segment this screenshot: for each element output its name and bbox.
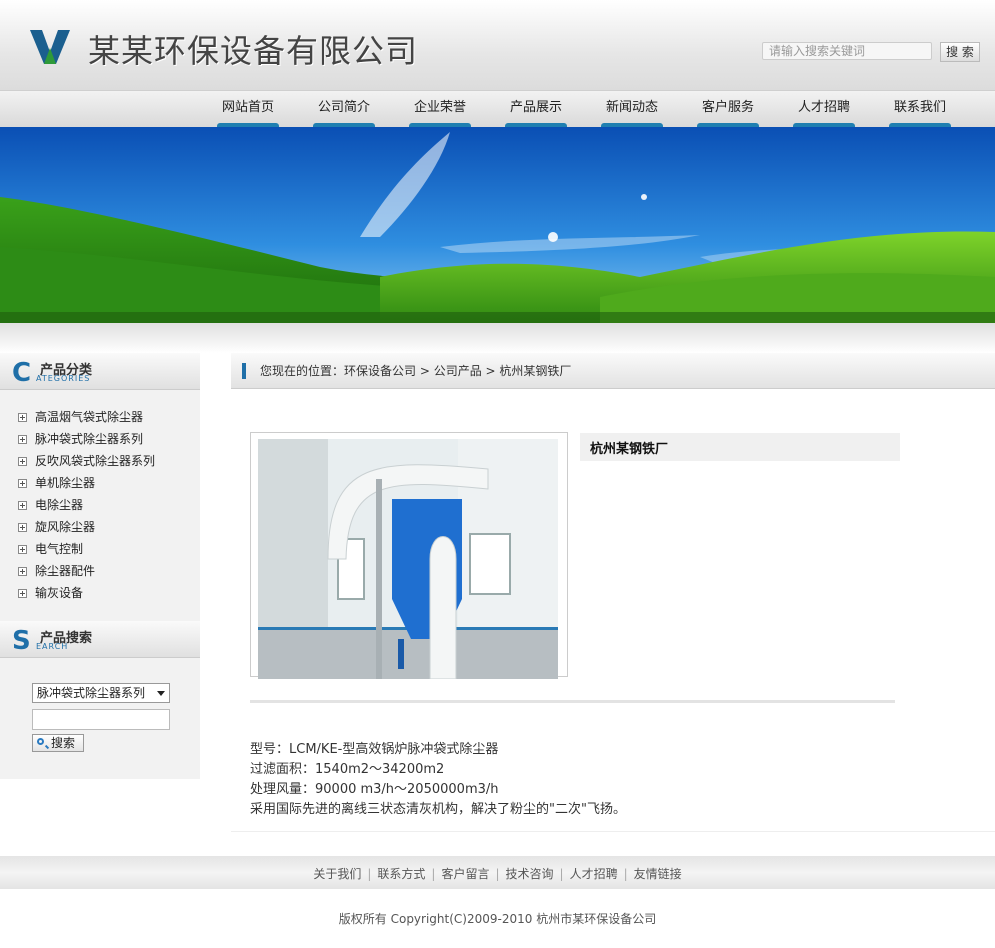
footer-separator: | — [367, 867, 372, 881]
breadcrumb-current: > 杭州某钢铁厂 — [485, 364, 572, 378]
category-select-value: 脉冲袋式除尘器系列 — [37, 686, 146, 700]
footer-links-bar: 关于我们 | 联系方式 | 客户留言 | 技术咨询 | 人才招聘 | 友情链接 — [0, 856, 995, 889]
footer-separator: | — [495, 867, 500, 881]
site-header: 某某环保设备有限公司 请输入搜索关键词 搜 索 — [0, 0, 995, 90]
nav-item-about[interactable]: 公司简介 — [313, 91, 375, 128]
product-title-bar: 杭州某钢铁厂 — [580, 433, 900, 461]
hero-banner — [0, 127, 995, 323]
nav-item-honors[interactable]: 企业荣誉 — [409, 91, 471, 128]
product-search-subtitle: EARCH — [36, 642, 69, 651]
category-item[interactable]: 输灰设备 — [18, 584, 83, 601]
company-logo-icon[interactable] — [30, 30, 70, 64]
category-label: 除尘器配件 — [35, 564, 96, 578]
site-title: 某某环保设备有限公司 — [88, 32, 419, 70]
product-spec-air-volume: 处理风量：90000 m3/h～2050000m3/h — [250, 782, 499, 797]
copyright-text: 版权所有 Copyright(C)2009-2010 杭州市某环保设备公司 — [338, 912, 657, 926]
product-spec-description: 采用国际先进的离线三状态清灰机构，解决了粉尘的"二次"飞扬。 — [250, 802, 626, 817]
nav-label: 新闻动态 — [605, 100, 658, 115]
breadcrumb-text: 您现在的位置：环保设备公司 > 公司产品 > 杭州某钢铁厂 — [260, 362, 571, 379]
product-title: 杭州某钢铁厂 — [590, 442, 669, 457]
product-search-header: S 产品搜索 EARCH — [0, 621, 200, 658]
expand-plus-icon — [18, 457, 27, 466]
content-bottom-line — [231, 831, 995, 832]
content-divider — [250, 700, 895, 703]
category-label: 反吹风袋式除尘器系列 — [35, 454, 156, 468]
category-label: 电除尘器 — [35, 498, 84, 512]
nav-item-contact[interactable]: 联系我们 — [889, 91, 951, 128]
footer-separator: | — [431, 867, 436, 881]
product-spec-filter-area: 过滤面积：1540m2～34200m2 — [250, 762, 445, 777]
category-label: 高温烟气袋式除尘器 — [35, 410, 144, 424]
product-search-button-label: 搜索 — [51, 736, 76, 750]
nav-item-home[interactable]: 网站首页 — [217, 91, 279, 128]
category-label: 脉冲袋式除尘器系列 — [35, 432, 144, 446]
banner-landscape-image — [0, 127, 995, 323]
categories-header: C 产品分类 ATEGORIES — [0, 353, 200, 390]
category-select[interactable]: 脉冲袋式除尘器系列 — [32, 683, 170, 703]
search-button[interactable]: 搜 索 — [940, 42, 980, 62]
chevron-down-icon — [157, 691, 165, 696]
nav-label: 企业荣誉 — [413, 100, 466, 115]
breadcrumb-marker — [242, 363, 246, 379]
nav-item-products[interactable]: 产品展示 — [505, 91, 567, 128]
nav-label: 人才招聘 — [797, 100, 850, 115]
category-item[interactable]: 单机除尘器 — [18, 474, 95, 491]
categories-subtitle: ATEGORIES — [36, 374, 91, 383]
footer-separator: | — [559, 867, 564, 881]
breadcrumb-home[interactable]: 您现在的位置：环保设备公司 — [260, 364, 416, 378]
product-search-button[interactable]: 搜索 — [32, 734, 84, 752]
breadcrumb-products[interactable]: > 公司产品 — [420, 364, 482, 378]
keyword-input[interactable] — [32, 709, 170, 730]
nav-label: 客户服务 — [701, 100, 754, 115]
nav-label: 产品展示 — [509, 100, 562, 115]
footer-separator: | — [623, 867, 628, 881]
product-photo — [258, 439, 558, 679]
nav-item-news[interactable]: 新闻动态 — [601, 91, 663, 128]
search-letter: S — [12, 626, 31, 656]
category-label: 电气控制 — [35, 542, 84, 556]
footer-link-tech[interactable]: 技术咨询 — [506, 867, 554, 881]
category-item[interactable]: 脉冲袋式除尘器系列 — [18, 430, 143, 447]
expand-plus-icon — [18, 567, 27, 576]
categories-letter: C — [12, 358, 32, 388]
nav-item-service[interactable]: 客户服务 — [697, 91, 759, 128]
nav-label: 联系我们 — [893, 100, 946, 115]
breadcrumb: 您现在的位置：环保设备公司 > 公司产品 > 杭州某钢铁厂 — [231, 353, 995, 389]
search-input[interactable]: 请输入搜索关键词 — [762, 42, 932, 60]
expand-plus-icon — [18, 479, 27, 488]
category-item[interactable]: 旋风除尘器 — [18, 518, 95, 535]
expand-plus-icon — [18, 501, 27, 510]
category-item[interactable]: 高温烟气袋式除尘器 — [18, 408, 143, 425]
footer-link-about[interactable]: 关于我们 — [313, 867, 361, 881]
category-label: 输灰设备 — [35, 586, 84, 600]
category-item[interactable]: 反吹风袋式除尘器系列 — [18, 452, 155, 469]
footer-link-guestbook[interactable]: 客户留言 — [441, 867, 489, 881]
expand-plus-icon — [18, 545, 27, 554]
magnifier-icon — [37, 738, 44, 745]
category-item[interactable]: 除尘器配件 — [18, 562, 95, 579]
expand-plus-icon — [18, 589, 27, 598]
nav-label: 网站首页 — [221, 100, 274, 115]
nav-label: 公司简介 — [317, 100, 370, 115]
footer-link-contact[interactable]: 联系方式 — [377, 867, 425, 881]
expand-plus-icon — [18, 435, 27, 444]
footer-links: 关于我们 | 联系方式 | 客户留言 | 技术咨询 | 人才招聘 | 友情链接 — [0, 865, 995, 882]
category-item[interactable]: 电气控制 — [18, 540, 83, 557]
footer-link-jobs[interactable]: 人才招聘 — [570, 867, 618, 881]
nav-item-jobs[interactable]: 人才招聘 — [793, 91, 855, 128]
product-photo-frame — [250, 432, 568, 679]
category-item[interactable]: 电除尘器 — [18, 496, 83, 513]
main-nav: 网站首页 公司简介 企业荣誉 产品展示 新闻动态 客户服务 人才招聘 联系我们 — [0, 90, 995, 128]
expand-plus-icon — [18, 413, 27, 422]
product-spec-model: 型号：LCM/KE-型高效锅炉脉冲袋式除尘器 — [250, 742, 499, 757]
category-label: 单机除尘器 — [35, 476, 96, 490]
banner-shadow — [0, 323, 995, 353]
footer-link-friends[interactable]: 友情链接 — [634, 867, 682, 881]
expand-plus-icon — [18, 523, 27, 532]
category-label: 旋风除尘器 — [35, 520, 96, 534]
